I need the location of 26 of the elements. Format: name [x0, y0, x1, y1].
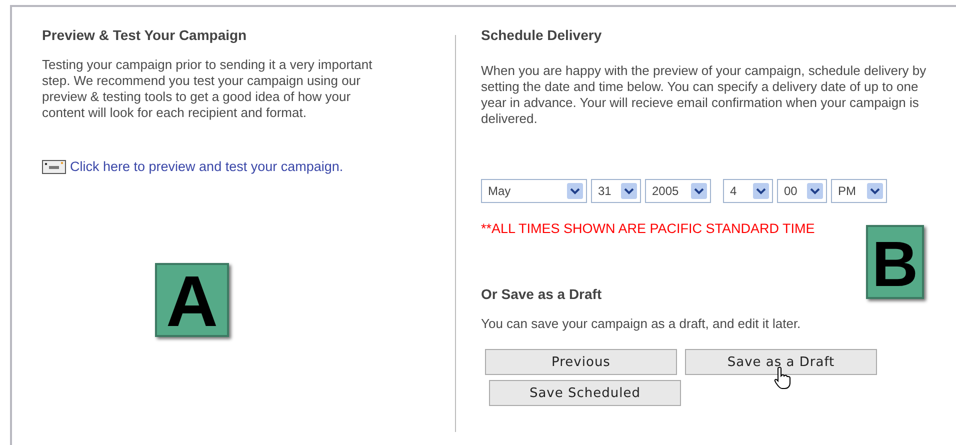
section-heading: Schedule Delivery — [481, 27, 603, 43]
caret-icon — [567, 183, 583, 199]
caret-icon — [753, 183, 769, 199]
dropdown[interactable]: 31 — [591, 179, 641, 203]
dropdown[interactable]: 00 — [777, 179, 827, 203]
callout-badge: A — [155, 263, 229, 337]
section-heading: Or Save as a Draft — [481, 286, 603, 302]
description-text: When you are happy with the preview of your campaign, schedule delivery by setting the date and time below. You can specify a delivery date of up to one year in advance. Your will recieve email confirmation when your campaign is delivered. — [481, 63, 928, 127]
envelope-icon — [42, 160, 66, 174]
caret-icon — [621, 183, 637, 199]
action-button[interactable]: Save Scheduled — [489, 380, 681, 406]
caret-icon — [807, 183, 823, 199]
action-button[interactable]: Previous — [485, 349, 677, 375]
dropdown[interactable]: May — [481, 179, 587, 203]
caret-icon — [691, 183, 707, 199]
description-text: Testing your campaign prior to sending it a very important step. We recommend you test your campaign using our preview & testing tools to get a good idea of how your content will look for each recipient and format. — [42, 57, 374, 121]
caret-icon — [867, 183, 883, 199]
timezone-notice: **ALL TIMES SHOWN ARE PACIFIC STANDARD TIME — [481, 221, 816, 236]
preview-link[interactable]: Click here to preview and test your campaign. — [70, 159, 344, 174]
dropdown[interactable]: 4 — [723, 179, 773, 203]
dropdown[interactable]: PM — [831, 179, 887, 203]
description-text: You can save your campaign as a draft, and edit it later. — [481, 316, 802, 332]
dropdown[interactable]: 2005 — [645, 179, 711, 203]
hand-cursor-icon — [774, 366, 792, 390]
section-heading: Preview & Test Your Campaign — [42, 27, 248, 43]
callout-badge: B — [866, 225, 924, 299]
